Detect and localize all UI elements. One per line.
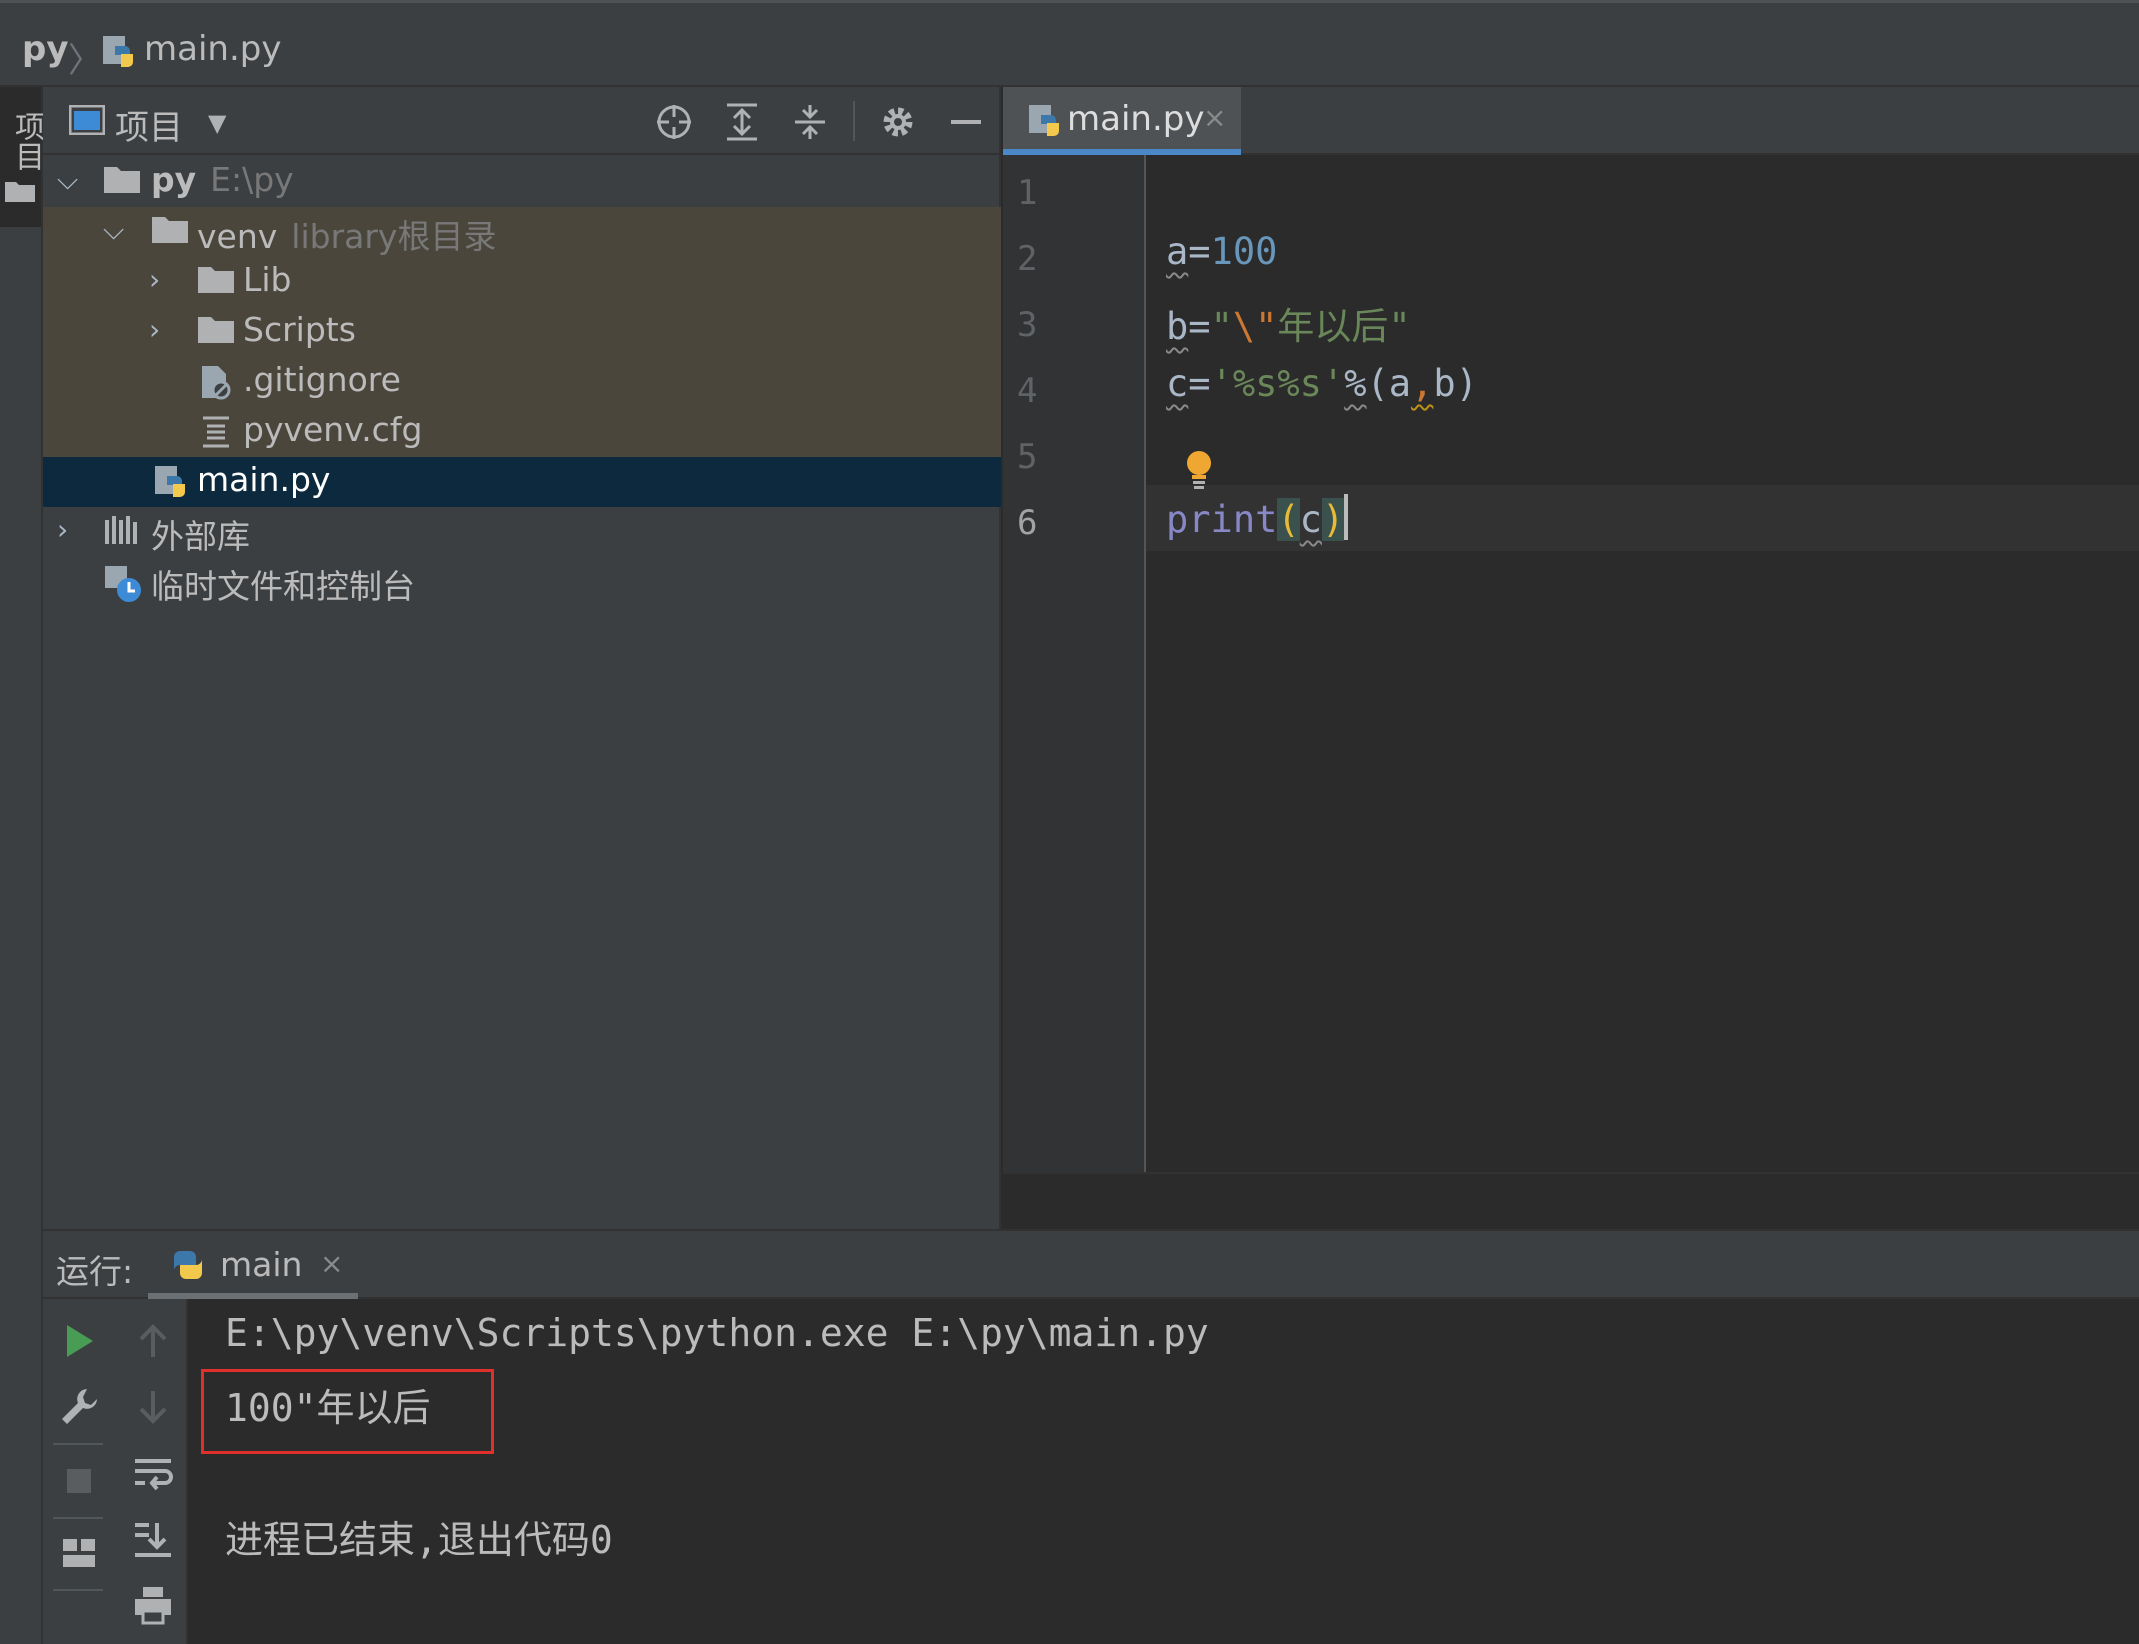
line-number: 1 (1017, 173, 1038, 213)
project-panel-title[interactable]: 项目 (115, 100, 183, 149)
stop-icon[interactable] (57, 1459, 101, 1503)
minimize-icon[interactable] (945, 101, 987, 143)
chevron-right-icon[interactable]: › (149, 263, 160, 296)
tree-item-external-libraries[interactable]: › 外部库 (43, 507, 1001, 557)
collapse-all-icon[interactable] (789, 101, 831, 143)
line-number: 2 (1017, 239, 1038, 279)
ignore-file-icon (199, 364, 233, 404)
toolbar-separator (53, 1443, 103, 1445)
navigation-bar: py 〉 main.py (0, 0, 2139, 87)
folder-icon (197, 264, 235, 298)
close-icon[interactable]: × (1203, 101, 1226, 134)
tree-item-scripts[interactable]: › Scripts (43, 307, 1001, 357)
project-tab-label: 项目 (9, 111, 44, 171)
tab-label: main.py (1067, 99, 1205, 139)
tree-item-py[interactable]: ⌵ py E:\py (43, 157, 1001, 207)
tree-item-label: pyvenv.cfg (243, 410, 423, 449)
run-tab-main[interactable]: main × (148, 1231, 358, 1299)
lightbulb-icon[interactable] (1183, 449, 1215, 493)
run-toolbar (43, 1299, 188, 1644)
tree-item-scratches[interactable]: 临时文件和控制台 (43, 557, 1001, 607)
print-icon[interactable] (131, 1583, 175, 1627)
code-line-6[interactable]: print(c) (1166, 494, 1349, 541)
toolbar-separator (53, 1517, 103, 1519)
line-number: 3 (1017, 305, 1038, 345)
run-panel-header: 运行: main × (43, 1231, 2139, 1299)
code-line-3[interactable]: b="\"年以后" (1166, 296, 1411, 350)
run-tab-label: main (220, 1245, 303, 1284)
breadcrumb-file[interactable]: main.py (144, 29, 281, 69)
soft-wrap-icon[interactable] (131, 1451, 175, 1495)
breadcrumb-separator: 〉 (68, 41, 102, 81)
run-panel-title: 运行: (56, 1252, 134, 1291)
gear-icon[interactable] (877, 101, 919, 143)
scratches-icon (103, 564, 143, 608)
console-line: E:\py\venv\Scripts\python.exe E:\py\main… (225, 1311, 1209, 1355)
editor-tab-bar: main.py × (1003, 87, 2139, 155)
code-line-4[interactable]: c='%s%s'%(a,b) (1166, 362, 1478, 405)
folder-icon (4, 179, 36, 207)
folder-icon (151, 214, 189, 248)
library-icon (103, 514, 141, 550)
rerun-icon[interactable] (57, 1319, 101, 1363)
tree-item-pyvenv-cfg[interactable]: pyvenv.cfg (43, 407, 1001, 457)
chevron-right-icon[interactable]: › (57, 513, 68, 546)
line-number-gutter: 1 2 3 4 5 6 (1003, 155, 1146, 1172)
expand-all-icon[interactable] (721, 101, 763, 143)
chevron-down-icon[interactable]: ▼ (208, 109, 226, 137)
wrench-icon[interactable] (57, 1385, 101, 1429)
line-number: 5 (1017, 437, 1038, 477)
tree-item-gitignore[interactable]: .gitignore (43, 357, 1001, 407)
scroll-to-end-icon[interactable] (131, 1517, 175, 1561)
tree-item-venv[interactable]: ⌵ venv library根目录 (43, 207, 1001, 257)
locate-icon[interactable] (653, 101, 695, 143)
chevron-down-icon[interactable]: ⌵ (57, 163, 78, 197)
project-view-icon (68, 104, 106, 139)
tree-item-main-py[interactable]: main.py (43, 457, 1001, 507)
folder-icon (103, 164, 141, 198)
line-number: 4 (1017, 371, 1038, 411)
project-panel-header: 项目 ▼ (43, 87, 1001, 155)
editor-bottom-bar (1003, 1172, 2139, 1229)
code-line-2[interactable]: a=100 (1166, 230, 1277, 273)
project-tool-window-tab[interactable]: 项目 (0, 87, 44, 227)
console-line: 100"年以后 (225, 1386, 431, 1430)
tree-item-label: venv library根目录 (197, 217, 497, 256)
arrow-down-icon[interactable] (131, 1385, 175, 1429)
folder-icon (197, 314, 235, 348)
layout-icon[interactable] (57, 1531, 101, 1575)
tree-item-label: Scripts (243, 310, 356, 349)
chevron-right-icon[interactable]: › (149, 313, 160, 346)
close-icon[interactable]: × (320, 1247, 343, 1280)
tab-main-py[interactable]: main.py × (1003, 87, 1241, 155)
text-caret (1344, 494, 1349, 540)
run-panel: 运行: main × E:\py\venv\Scripts\python.exe… (43, 1229, 2139, 1644)
config-file-icon (199, 414, 233, 454)
python-file-icon (1027, 103, 1063, 143)
tree-item-label: 外部库 (151, 517, 250, 556)
toolbar-separator (53, 1589, 103, 1591)
tree-item-lib[interactable]: › Lib (43, 257, 1001, 307)
breadcrumb-root[interactable]: py (22, 29, 69, 69)
tree-item-label: main.py (197, 460, 331, 499)
tree-item-label: .gitignore (243, 360, 401, 399)
tree-item-label: py E:\py (151, 160, 294, 199)
python-file-icon (153, 464, 189, 504)
python-icon (170, 1247, 206, 1287)
line-number-current: 6 (1017, 503, 1038, 543)
tree-item-label: 临时文件和控制台 (151, 567, 415, 606)
left-tool-strip: 项目 (0, 87, 44, 1644)
arrow-up-icon[interactable] (131, 1319, 175, 1363)
project-panel: 项目 ▼ ⌵ py E:\py ⌵ venv library根目录 › Lib … (43, 87, 1001, 1229)
tree-item-label: Lib (243, 260, 292, 299)
python-file-icon (101, 34, 137, 74)
chevron-down-icon[interactable]: ⌵ (103, 213, 124, 247)
toolbar-separator (853, 101, 855, 141)
code-editor: main.py × 1 2 3 4 5 6 a=100 b="\"年以后" c=… (1003, 87, 2139, 1229)
console-line: 进程已结束,退出代码0 (225, 1518, 613, 1562)
